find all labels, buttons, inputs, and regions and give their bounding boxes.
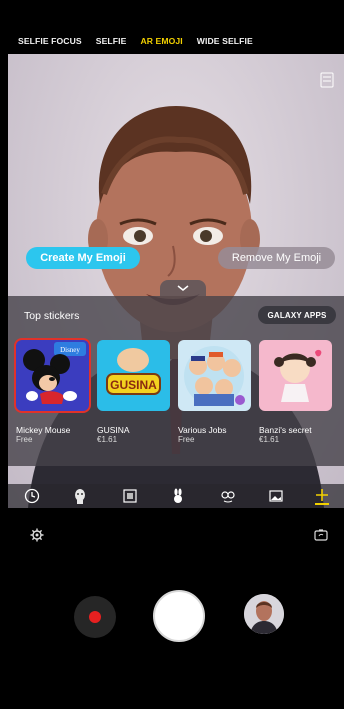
tab-bunny[interactable] (168, 486, 188, 506)
galaxy-apps-button[interactable]: GALAXY APPS (258, 306, 336, 324)
tool-tabs (8, 484, 344, 508)
sticker-price: €1.61 (97, 435, 118, 444)
clock-icon (24, 488, 40, 504)
remove-my-emoji-button[interactable]: Remove My Emoji (218, 247, 335, 269)
tab-mask[interactable] (70, 486, 90, 506)
viewfinder: Create My Emoji Remove My Emoji Top stic… (8, 54, 344, 508)
sticker-thumbnail (259, 340, 332, 411)
mode-selfie[interactable]: SELFIE (96, 36, 127, 46)
sticker-item[interactable]: Various Jobs Free (178, 340, 251, 444)
camera-controls (0, 508, 344, 709)
bunny-icon (174, 488, 182, 503)
gallery-thumbnail-image (244, 594, 284, 634)
sticker-thumbnail: Disney (14, 338, 91, 413)
disney-badge: Disney (60, 346, 80, 354)
sticker-price: Free (178, 435, 195, 444)
tab-add[interactable] (312, 486, 332, 506)
stickers-list: Disney Mickey Mouse Free GUSINA GUSINA €… (14, 338, 344, 460)
settings-gear-icon[interactable] (30, 528, 44, 542)
camera-screen: SELFIE FOCUS SELFIE AR EMOJI WIDE SELFIE (0, 0, 344, 709)
sticker-name: Banzi's secret (259, 425, 312, 435)
various-jobs-image (178, 340, 251, 411)
plus-icon (315, 489, 329, 505)
corner-icon[interactable] (320, 72, 334, 88)
collapse-handle[interactable] (160, 280, 206, 296)
frame-icon (123, 489, 137, 503)
gusina-logo-text: GUSINA (110, 378, 157, 392)
record-dot-icon (89, 611, 101, 623)
banzi-image (259, 340, 332, 411)
sticker-name: Mickey Mouse (16, 425, 71, 435)
mask-icon (75, 489, 85, 504)
gusina-image: GUSINA (97, 340, 170, 411)
tab-recent[interactable] (22, 486, 42, 506)
switch-camera-icon[interactable] (314, 528, 328, 542)
sticker-item[interactable]: Banzi's secret €1.61 (259, 340, 332, 444)
mode-selfie-focus[interactable]: SELFIE FOCUS (18, 36, 82, 46)
sticker-name: Various Jobs (178, 425, 227, 435)
shutter-button[interactable] (153, 590, 205, 642)
sticker-thumbnail (178, 340, 251, 411)
photo-icon (269, 490, 283, 502)
tab-photo[interactable] (266, 486, 286, 506)
record-video-button[interactable] (74, 596, 116, 638)
sticker-name: GUSINA (97, 425, 130, 435)
stickers-panel: Top stickers GALAXY APPS Disney Mickey M… (8, 296, 344, 466)
gallery-thumbnail-button[interactable] (244, 594, 284, 634)
sticker-price: Free (16, 435, 33, 444)
sticker-item[interactable]: Disney Mickey Mouse Free (14, 338, 91, 444)
mode-bar: SELFIE FOCUS SELFIE AR EMOJI WIDE SELFIE (0, 0, 344, 54)
mickey-image: Disney (16, 340, 89, 411)
sticker-price: €1.61 (259, 435, 280, 444)
sticker-item[interactable]: GUSINA GUSINA €1.61 (97, 340, 170, 444)
sticker-thumbnail: GUSINA (97, 340, 170, 411)
mode-ar-emoji[interactable]: AR EMOJI (140, 36, 182, 46)
eyes-icon (221, 491, 235, 503)
tab-eyes[interactable] (218, 486, 238, 506)
panel-title: Top stickers (24, 310, 80, 322)
create-my-emoji-button[interactable]: Create My Emoji (26, 247, 140, 269)
tab-frame[interactable] (120, 486, 140, 506)
chevron-down-icon (177, 285, 189, 291)
mode-wide-selfie[interactable]: WIDE SELFIE (197, 36, 253, 46)
